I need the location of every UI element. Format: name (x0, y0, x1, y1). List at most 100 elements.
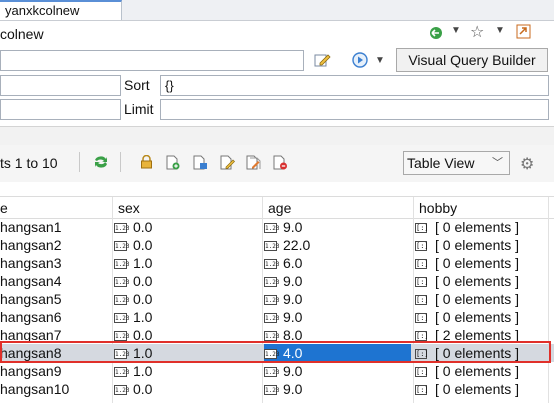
results-range-text: ts 1 to 10 (0, 155, 58, 171)
table-row[interactable]: hangsan1 1.23 0.0 1.23 9.0 [:][ 0 elements ] (0, 218, 554, 236)
table-cell-age[interactable]: 1.23 9.0 (264, 380, 411, 398)
copy-document-icon[interactable] (193, 155, 208, 173)
gear-icon[interactable]: ⚙ (520, 154, 534, 174)
cell-value: [ 0 elements ] (435, 381, 520, 397)
cell-value: 9.0 (283, 363, 303, 379)
section-divider (0, 126, 554, 146)
collection-title: colnew (0, 26, 44, 42)
cell-value: hangsan2 (0, 237, 62, 253)
number-type-icon: 1.23 (264, 277, 280, 288)
table-cell-hobby[interactable]: [:] [ 0 elements ] (415, 272, 548, 290)
number-type-icon: 1.23 (264, 367, 280, 378)
table-cell-hobby[interactable]: [:] [ 0 elements ] (415, 254, 548, 272)
cell-value: 0.0 (133, 381, 153, 397)
table-cell-sex[interactable]: 1.23 0.0 (114, 380, 260, 398)
table-cell-age[interactable]: 1.23 9.0 (264, 290, 411, 308)
table-cell-name[interactable]: hangsan10 (0, 380, 110, 398)
lock-icon[interactable] (140, 154, 153, 172)
table-cell-sex[interactable]: 1.23 0.0 (114, 272, 260, 290)
editor-tab[interactable]: yanxkcolnew (0, 0, 122, 20)
table-cell-name[interactable]: hangsan9 (0, 362, 110, 380)
edit-document-icon[interactable] (220, 155, 235, 173)
history-dropdown-chevron-icon[interactable]: ▼ (451, 25, 461, 36)
table-cell-hobby[interactable]: [:] [ 0 elements ] (415, 236, 548, 254)
cell-value: 1.0 (133, 309, 153, 325)
array-type-icon: [:] (415, 367, 429, 378)
refresh-icon[interactable] (93, 155, 109, 172)
table-cell-hobby[interactable]: [:] [ 0 elements ] (415, 218, 548, 236)
table-cell-hobby[interactable]: [:] [ 0 elements ] (415, 380, 548, 398)
number-type-icon: 1.23 (114, 313, 130, 324)
edit-query-icon[interactable] (313, 51, 331, 69)
number-type-icon: 1.23 (114, 277, 130, 288)
limit-input[interactable] (160, 99, 549, 120)
table-cell-sex[interactable]: 1.23 1.0 (114, 254, 260, 272)
table-cell-age[interactable]: 1.23 9.0 (264, 308, 411, 326)
open-external-icon[interactable] (516, 24, 531, 39)
run-query-icon[interactable] (351, 51, 369, 69)
array-type-icon: [:] (415, 313, 429, 324)
edit-multiple-icon[interactable] (246, 155, 261, 173)
table-cell-age[interactable]: 1.23 6.0 (264, 254, 411, 272)
history-back-icon[interactable] (428, 25, 444, 41)
cell-value: [ 0 elements ] (435, 255, 520, 271)
visual-query-builder-button[interactable]: Visual Query Builder (396, 48, 548, 72)
table-row[interactable]: hangsan4 1.23 0.0 1.23 9.0 [:][ 0 elements ] (0, 272, 554, 290)
cell-value: hangsan5 (0, 291, 62, 307)
table-cell-name[interactable]: hangsan1 (0, 218, 110, 236)
skip-input[interactable] (0, 99, 121, 120)
table-cell-age[interactable]: 1.23 9.0 (264, 272, 411, 290)
table-row[interactable]: hangsan6 1.23 1.0 1.23 9.0 [:][ 0 elements ] (0, 308, 554, 326)
table-row[interactable]: hangsan3 1.23 1.0 1.23 6.0 [:][ 0 elements ] (0, 254, 554, 272)
table-cell-hobby[interactable]: [:] [ 0 elements ] (415, 290, 548, 308)
add-document-icon[interactable] (166, 155, 180, 173)
table-cell-sex[interactable]: 1.23 0.0 (114, 218, 260, 236)
table-row[interactable]: hangsan9 1.23 1.0 1.23 9.0 [:][ 0 elements ] (0, 362, 554, 380)
number-type-icon: 1.23 (114, 331, 130, 342)
table-cell-age[interactable]: 1.23 9.0 (264, 218, 411, 236)
table-cell-hobby[interactable]: [:] [ 0 elements ] (415, 362, 548, 380)
cell-value: [ 0 elements ] (435, 309, 520, 325)
array-type-icon: [:] (415, 295, 429, 306)
table-cell-age[interactable]: 1.23 22.0 (264, 236, 411, 254)
cell-value: hangsan6 (0, 309, 62, 325)
table-cell-age[interactable]: 1.23 9.0 (264, 362, 411, 380)
column-header-age[interactable]: age (268, 200, 291, 216)
number-type-icon: 1.23 (264, 241, 280, 252)
filter-input[interactable] (0, 50, 304, 71)
table-row[interactable]: hangsan5 1.23 0.0 1.23 9.0 [:][ 0 elements ] (0, 290, 554, 308)
column-header-sex[interactable]: sex (118, 200, 140, 216)
table-cell-sex[interactable]: 1.23 0.0 (114, 290, 260, 308)
sort-input[interactable]: {} (160, 75, 549, 96)
table-cell-sex[interactable]: 1.23 0.0 (114, 236, 260, 254)
projection-input[interactable] (0, 75, 121, 96)
run-dropdown-chevron-icon[interactable]: ▼ (375, 55, 385, 66)
number-type-icon: 1.23 (114, 367, 130, 378)
toolbar-separator (120, 152, 121, 172)
number-type-icon: 1.23 (264, 259, 280, 270)
column-header-hobby[interactable]: hobby (419, 200, 457, 216)
number-type-icon: 1.23 (264, 295, 280, 306)
table-cell-name[interactable]: hangsan6 (0, 308, 110, 326)
favorite-dropdown-chevron-icon[interactable]: ▼ (495, 25, 505, 36)
array-type-icon: [:] (415, 259, 429, 270)
table-row[interactable]: hangsan10 1.23 0.0 1.23 9.0 [:][ 0 elements ] (0, 380, 554, 398)
cell-value: [ 0 elements ] (435, 237, 520, 253)
column-header-name[interactable]: e (0, 200, 8, 216)
table-cell-name[interactable]: hangsan3 (0, 254, 110, 272)
table-row[interactable]: hangsan2 1.23 0.0 1.23 22.0 [:][ 0 elements ] (0, 236, 554, 254)
table-cell-name[interactable]: hangsan5 (0, 290, 110, 308)
table-cell-name[interactable]: hangsan2 (0, 236, 110, 254)
delete-document-icon[interactable] (273, 155, 288, 173)
favorite-star-icon[interactable]: ☆ (470, 22, 484, 42)
table-cell-sex[interactable]: 1.23 1.0 (114, 362, 260, 380)
number-type-icon: 1.23 (264, 313, 280, 324)
table-cell-hobby[interactable]: [:] [ 0 elements ] (415, 308, 548, 326)
cell-value: 1.0 (133, 255, 153, 271)
table-cell-name[interactable]: hangsan4 (0, 272, 110, 290)
cell-value: 22.0 (283, 237, 311, 253)
view-mode-select[interactable]: Table View ﹀ (403, 151, 510, 175)
table-cell-sex[interactable]: 1.23 1.0 (114, 308, 260, 326)
number-type-icon: 1.23 (114, 385, 130, 396)
cell-value: hangsan1 (0, 219, 62, 235)
